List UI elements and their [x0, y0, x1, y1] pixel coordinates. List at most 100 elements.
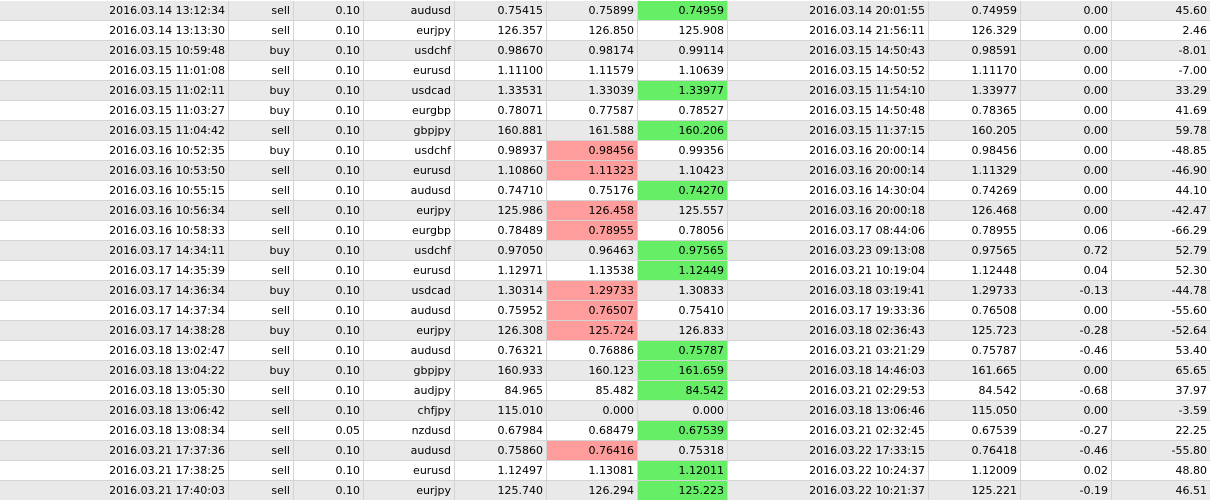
trade-type-cell: sell — [229, 61, 294, 80]
table-row: 2016.03.16 10:52:35 buy 0.10 usdchf 0.98937 0… — [0, 141, 1210, 161]
trade-type-cell: sell — [229, 401, 294, 420]
open-price-cell: 1.30314 — [455, 281, 547, 300]
close-time-cell: 2016.03.17 08:44:06 — [728, 221, 929, 240]
table-row: 2016.03.21 17:37:36 sell 0.10 audusd 0.75860… — [0, 441, 1210, 461]
swap-cell: 0.04 — [1021, 261, 1112, 280]
stop-loss-cell: 0.76886 — [547, 341, 638, 360]
close-time-cell: 2016.03.22 17:33:15 — [728, 441, 929, 460]
profit-cell: -48.85 — [1171, 144, 1207, 157]
close-price-cell: 160.205 — [929, 121, 1021, 140]
profit-cell: -7.00 — [1178, 64, 1207, 77]
profit-cell: 46.51 — [1175, 484, 1208, 497]
swap-cell: 0.00 — [1021, 301, 1112, 320]
open-price-cell: 84.965 — [455, 381, 547, 400]
table-row: 2016.03.14 13:12:34 sell 0.10 audusd 0.75415… — [0, 1, 1210, 21]
open-price-cell: 0.67984 — [455, 421, 547, 440]
lot-size-cell: 0.10 — [294, 261, 364, 280]
lot-size-cell: 0.10 — [294, 101, 364, 120]
swap-cell: 0.00 — [1021, 201, 1112, 220]
close-price-cell: 1.12009 — [929, 461, 1021, 480]
trade-type-cell: buy — [229, 281, 294, 300]
lot-size-cell: 0.10 — [294, 161, 364, 180]
stop-loss-cell: 125.724 — [547, 321, 638, 340]
trade-type-cell: buy — [229, 81, 294, 100]
swap-cell: -0.46 — [1021, 441, 1112, 460]
open-price-cell: 0.97050 — [455, 241, 547, 260]
open-time-cell: 2016.03.17 14:38:28 — [0, 321, 229, 340]
table-row: 2016.03.17 14:35:39 sell 0.10 eurusd 1.12971… — [0, 261, 1210, 281]
open-time-cell: 2016.03.21 17:38:25 — [0, 461, 229, 480]
close-price-cell: 125.723 — [929, 321, 1021, 340]
lot-size-cell: 0.10 — [294, 221, 364, 240]
close-price-cell: 125.221 — [929, 481, 1021, 500]
table-row: 2016.03.15 11:03:27 buy 0.10 eurgbp 0.78071 0… — [0, 101, 1210, 121]
open-time-cell: 2016.03.17 14:35:39 — [0, 261, 229, 280]
trade-type-cell: buy — [229, 101, 294, 120]
lot-size-cell: 0.10 — [294, 241, 364, 260]
profit-cell: 53.40 — [1175, 344, 1208, 357]
close-time-cell: 2016.03.15 11:54:10 — [728, 81, 929, 100]
swap-cell: -0.46 — [1021, 341, 1112, 360]
symbol-cell: eurusd — [364, 161, 455, 180]
open-time-cell: 2016.03.15 11:03:27 — [0, 101, 229, 120]
table-row: 2016.03.16 10:58:33 sell 0.10 eurgbp 0.78489… — [0, 221, 1210, 241]
take-profit-cell: 0.000 — [638, 401, 728, 420]
lot-size-cell: 0.10 — [294, 441, 364, 460]
close-time-cell: 2016.03.15 11:37:15 — [728, 121, 929, 140]
stop-loss-cell: 1.11579 — [547, 61, 638, 80]
trade-type-cell: sell — [229, 1, 294, 20]
trade-type-cell: sell — [229, 261, 294, 280]
stop-loss-cell: 0.76416 — [547, 441, 638, 460]
open-time-cell: 2016.03.15 11:01:08 — [0, 61, 229, 80]
open-time-cell: 2016.03.17 14:36:34 — [0, 281, 229, 300]
swap-cell: 0.00 — [1021, 101, 1112, 120]
profit-cell: 37.97 — [1175, 384, 1208, 397]
table-row: 2016.03.17 14:37:34 sell 0.10 audusd 0.75952… — [0, 301, 1210, 321]
close-time-cell: 2016.03.22 10:24:37 — [728, 461, 929, 480]
stop-loss-cell: 126.458 — [547, 201, 638, 220]
symbol-cell: eurusd — [364, 61, 455, 80]
close-price-cell: 1.12448 — [929, 261, 1021, 280]
lot-size-cell: 0.10 — [294, 201, 364, 220]
close-price-cell: 126.329 — [929, 21, 1021, 40]
take-profit-cell: 1.12449 — [638, 261, 728, 280]
swap-cell: 0.72 — [1021, 241, 1112, 260]
close-time-cell: 2016.03.21 03:21:29 — [728, 341, 929, 360]
open-time-cell: 2016.03.18 13:04:22 — [0, 361, 229, 380]
take-profit-cell: 125.223 — [638, 481, 728, 500]
stop-loss-cell: 0.78955 — [547, 221, 638, 240]
trade-type-cell: sell — [229, 221, 294, 240]
close-price-cell: 161.665 — [929, 361, 1021, 380]
table-row: 2016.03.18 13:06:42 sell 0.10 chfjpy 115.010… — [0, 401, 1210, 421]
trade-type-cell: sell — [229, 301, 294, 320]
table-row: 2016.03.17 14:36:34 buy 0.10 usdcad 1.30314 1… — [0, 281, 1210, 301]
close-time-cell: 2016.03.16 20:00:18 — [728, 201, 929, 220]
swap-cell: 0.00 — [1021, 141, 1112, 160]
close-price-cell: 0.78365 — [929, 101, 1021, 120]
stop-loss-cell: 0.76507 — [547, 301, 638, 320]
lot-size-cell: 0.10 — [294, 401, 364, 420]
symbol-cell: gbpjpy — [364, 361, 455, 380]
stop-loss-cell: 0.98456 — [547, 141, 638, 160]
close-time-cell: 2016.03.15 14:50:52 — [728, 61, 929, 80]
open-price-cell: 0.78489 — [455, 221, 547, 240]
lot-size-cell: 0.05 — [294, 421, 364, 440]
lot-size-cell: 0.10 — [294, 281, 364, 300]
close-time-cell: 2016.03.23 09:13:08 — [728, 241, 929, 260]
open-time-cell: 2016.03.18 13:06:42 — [0, 401, 229, 420]
trade-type-cell: buy — [229, 41, 294, 60]
take-profit-cell: 0.67539 — [638, 421, 728, 440]
open-price-cell: 0.98937 — [455, 141, 547, 160]
open-time-cell: 2016.03.16 10:53:50 — [0, 161, 229, 180]
symbol-cell: usdchf — [364, 241, 455, 260]
lot-size-cell: 0.10 — [294, 81, 364, 100]
profit-cell: 65.65 — [1175, 364, 1208, 377]
open-price-cell: 0.76321 — [455, 341, 547, 360]
symbol-cell: eurgbp — [364, 101, 455, 120]
profit-cell: 44.10 — [1175, 184, 1208, 197]
open-time-cell: 2016.03.16 10:56:34 — [0, 201, 229, 220]
take-profit-cell: 0.75318 — [638, 441, 728, 460]
lot-size-cell: 0.10 — [294, 41, 364, 60]
stop-loss-cell: 0.77587 — [547, 101, 638, 120]
table-row: 2016.03.18 13:08:34 sell 0.05 nzdusd 0.67984… — [0, 421, 1210, 441]
